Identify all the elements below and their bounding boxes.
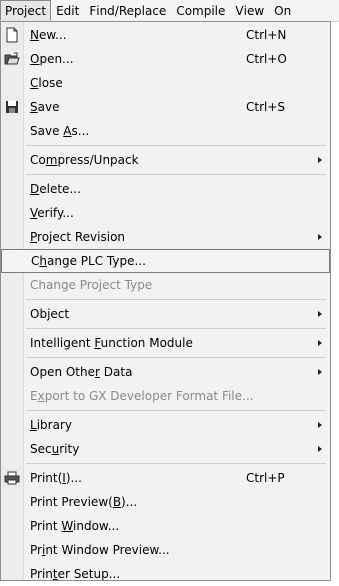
menu-separator (26, 174, 326, 175)
submenu-arrow-icon (318, 340, 322, 346)
menu-item-print-window[interactable]: Print Window... (1, 514, 330, 538)
menu-separator (26, 357, 326, 358)
project-menu-dropdown: New... Ctrl+N Open... Ctrl+O Close Save … (0, 21, 331, 581)
submenu-arrow-icon (318, 157, 322, 163)
menu-compile[interactable]: Compile (171, 0, 230, 21)
new-document-icon (4, 27, 20, 43)
menu-item-print-preview[interactable]: Print Preview(B)... (1, 490, 330, 514)
shortcut-open: Ctrl+O (246, 52, 287, 66)
menu-edit[interactable]: Edit (51, 0, 84, 21)
shortcut-save: Ctrl+S (246, 100, 286, 114)
menu-item-project-revision[interactable]: Project Revision (1, 225, 330, 249)
menu-item-change-plc-type[interactable]: Change PLC Type... (1, 249, 330, 273)
menu-item-print-window-preview[interactable]: Print Window Preview... (1, 538, 330, 562)
menu-item-intelligent-function-module[interactable]: Intelligent Function Module (1, 331, 330, 355)
menu-online[interactable]: On (269, 0, 296, 21)
menu-item-change-project-type: Change Project Type (30, 278, 153, 292)
menu-item-open-other-data[interactable]: Open Other Data (1, 360, 330, 384)
menu-item-library[interactable]: Library (1, 413, 330, 437)
menu-item-verify[interactable]: Verify... (1, 201, 330, 225)
menu-item-compress-unpack[interactable]: Compress/Unpack (1, 148, 330, 172)
menu-item-object[interactable]: Object (1, 302, 330, 326)
submenu-arrow-icon (318, 234, 322, 240)
menu-item-export-gx-developer: Export to GX Developer Format File... (30, 389, 254, 403)
menu-item-save-as[interactable]: Save As... (1, 119, 330, 143)
shortcut-print: Ctrl+P (246, 471, 285, 485)
menu-item-printer-setup[interactable]: Printer Setup... (1, 562, 330, 586)
menu-item-print[interactable]: Print(I)... Ctrl+P (1, 466, 330, 490)
menu-separator (26, 410, 326, 411)
menu-separator (26, 328, 326, 329)
menu-view[interactable]: View (230, 0, 269, 21)
menu-item-new[interactable]: New... Ctrl+N (1, 23, 330, 47)
submenu-arrow-icon (318, 446, 322, 452)
menu-find-replace[interactable]: Find/Replace (84, 0, 171, 21)
menu-item-delete[interactable]: Delete... (1, 177, 330, 201)
shortcut-new: Ctrl+N (246, 28, 287, 42)
menu-item-open[interactable]: Open... Ctrl+O (1, 47, 330, 71)
menu-item-save[interactable]: Save Ctrl+S (1, 95, 330, 119)
floppy-disk-icon (4, 99, 20, 115)
submenu-arrow-icon (318, 369, 322, 375)
menu-project[interactable]: Pro j ect (0, 0, 52, 21)
menu-item-close[interactable]: Close (1, 71, 330, 95)
menu-separator (26, 145, 326, 146)
menu-item-security[interactable]: Security (1, 437, 330, 461)
submenu-arrow-icon (318, 422, 322, 428)
menu-bar: Pro j ect Edit Find/Replace Compile View O… (0, 0, 339, 22)
open-folder-icon (4, 51, 20, 67)
menu-separator (26, 299, 326, 300)
submenu-arrow-icon (318, 311, 322, 317)
printer-icon (4, 470, 20, 486)
menu-separator (26, 463, 326, 464)
